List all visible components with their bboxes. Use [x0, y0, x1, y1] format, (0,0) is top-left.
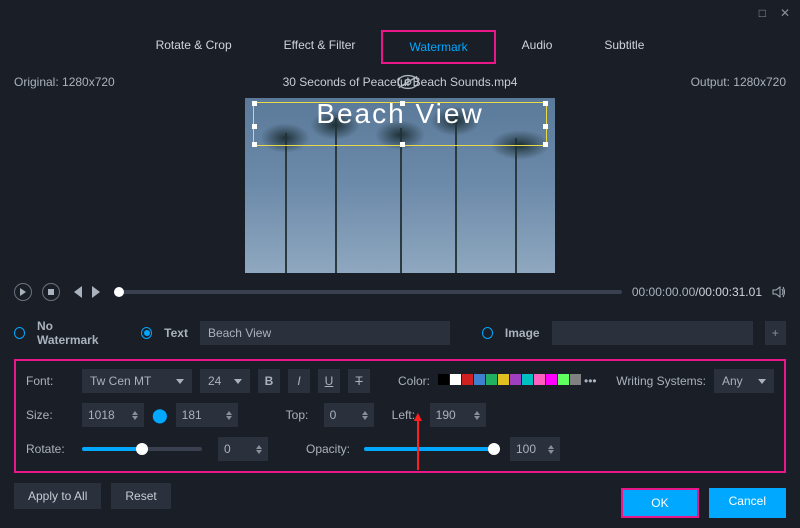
aspect-lock-icon[interactable]: ⬤: [152, 407, 168, 424]
more-colors-button[interactable]: •••: [584, 374, 597, 388]
timeline-slider[interactable]: [114, 290, 622, 294]
size-label: Size:: [26, 408, 74, 422]
video-preview[interactable]: Beach View: [245, 98, 555, 273]
strikethrough-button[interactable]: T: [348, 369, 370, 393]
cancel-button[interactable]: Cancel: [709, 488, 786, 518]
font-family-select[interactable]: Tw Cen MT: [82, 369, 192, 393]
color-swatches: •••: [438, 374, 597, 388]
color-swatch[interactable]: [498, 374, 509, 385]
watermark-settings-panel: Font: Tw Cen MT 24 B I U T Color: ••• Wr…: [14, 359, 786, 473]
no-watermark-radio[interactable]: [14, 327, 25, 339]
annotation-arrow-line: [417, 420, 419, 470]
no-watermark-label: No Watermark: [37, 319, 109, 347]
color-swatch[interactable]: [546, 374, 557, 385]
color-swatch[interactable]: [510, 374, 521, 385]
play-button[interactable]: [14, 283, 32, 301]
font-label: Font:: [26, 374, 74, 388]
original-resolution: Original: 1280x720: [14, 75, 115, 89]
tab-bar: Rotate & Crop Effect & Filter Watermark …: [0, 30, 800, 64]
color-swatch[interactable]: [462, 374, 473, 385]
watermark-preview-text: Beach View: [253, 98, 547, 130]
italic-button[interactable]: I: [288, 369, 310, 393]
volume-icon[interactable]: [772, 285, 786, 299]
time-display: 00:00:00.00/00:00:31.01: [632, 285, 762, 299]
color-swatch[interactable]: [522, 374, 533, 385]
opacity-label: Opacity:: [306, 442, 356, 456]
bold-button[interactable]: B: [258, 369, 280, 393]
image-watermark-label: Image: [505, 326, 540, 340]
color-swatch[interactable]: [534, 374, 545, 385]
reset-button[interactable]: Reset: [111, 483, 170, 509]
width-input[interactable]: 1018: [82, 403, 144, 427]
height-input[interactable]: 181: [176, 403, 238, 427]
underline-button[interactable]: U: [318, 369, 340, 393]
rotate-slider[interactable]: [82, 447, 202, 451]
output-resolution: Output: 1280x720: [691, 75, 786, 89]
opacity-slider[interactable]: [364, 447, 494, 451]
top-label: Top:: [286, 408, 316, 422]
image-path-field[interactable]: [552, 321, 753, 345]
font-size-select[interactable]: 24: [200, 369, 250, 393]
ok-button[interactable]: OK: [621, 488, 698, 518]
filename: 30 Seconds of Peaceful Beach Sounds.mp4: [283, 75, 518, 89]
opacity-input[interactable]: 100: [510, 437, 560, 461]
tab-subtitle[interactable]: Subtitle: [578, 30, 670, 64]
rotate-label: Rotate:: [26, 442, 74, 456]
prev-frame-button[interactable]: [70, 286, 82, 298]
watermark-text-input[interactable]: [200, 321, 450, 345]
tab-effect-filter[interactable]: Effect & Filter: [258, 30, 382, 64]
rotate-input[interactable]: 0: [218, 437, 268, 461]
tab-rotate-crop[interactable]: Rotate & Crop: [130, 30, 258, 64]
next-frame-button[interactable]: [92, 286, 104, 298]
color-label: Color:: [398, 374, 430, 388]
text-watermark-label: Text: [164, 326, 188, 340]
color-swatch[interactable]: [450, 374, 461, 385]
color-swatch[interactable]: [570, 374, 581, 385]
tab-audio[interactable]: Audio: [496, 30, 579, 64]
add-image-button[interactable]: +: [765, 321, 786, 345]
color-swatch[interactable]: [438, 374, 449, 385]
color-swatch[interactable]: [474, 374, 485, 385]
color-swatch[interactable]: [486, 374, 497, 385]
stop-button[interactable]: [42, 283, 60, 301]
maximize-button[interactable]: □: [759, 6, 766, 20]
color-swatch[interactable]: [558, 374, 569, 385]
writing-systems-label: Writing Systems:: [616, 374, 706, 388]
image-watermark-radio[interactable]: [482, 327, 493, 339]
left-input[interactable]: 190: [430, 403, 486, 427]
top-input[interactable]: 0: [324, 403, 374, 427]
apply-to-all-button[interactable]: Apply to All: [14, 483, 101, 509]
tab-watermark[interactable]: Watermark: [381, 30, 495, 64]
close-button[interactable]: ✕: [780, 6, 790, 20]
text-watermark-radio[interactable]: [141, 327, 152, 339]
writing-systems-select[interactable]: Any: [714, 369, 774, 393]
